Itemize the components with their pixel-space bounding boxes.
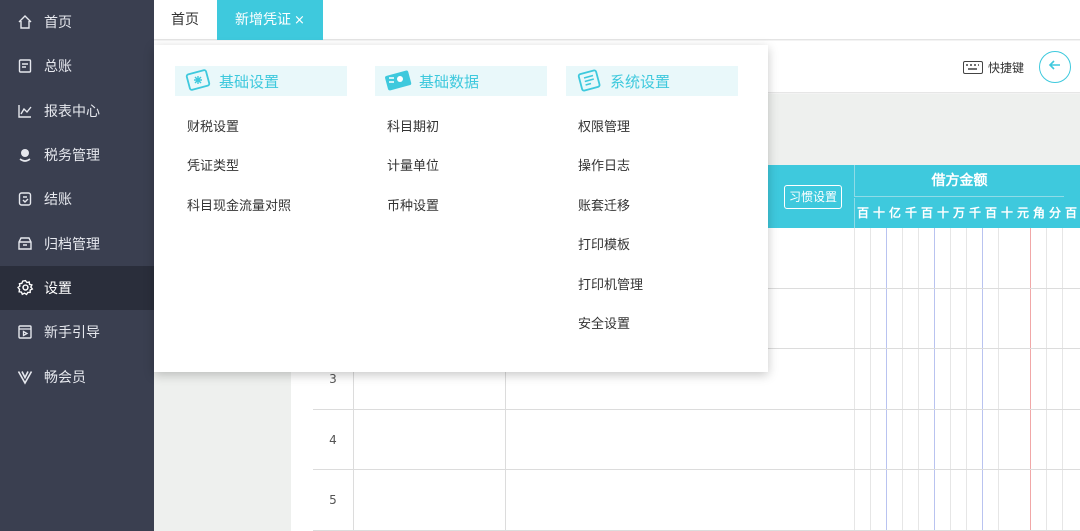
sidebar-item-archive[interactable]: 归档管理	[0, 221, 154, 265]
gear-icon	[16, 279, 34, 297]
summary-cell[interactable]	[505, 470, 506, 530]
digit-label: 万	[952, 206, 965, 220]
sidebar-item-label: 税务管理	[44, 148, 100, 165]
digit-label: 十	[936, 206, 949, 220]
digit-label: 十	[872, 206, 885, 220]
menu-item-voucher-type[interactable]: 凭证类型	[187, 155, 347, 194]
sidebar-item-label: 结账	[44, 192, 72, 209]
shortcut-button[interactable]: 快捷键	[962, 59, 1024, 76]
menu-column-title: 基础数据	[419, 72, 480, 91]
menu-item-tax-settings[interactable]: 财税设置	[187, 116, 347, 155]
menu-column-basic-settings: 基础设置 财税设置 凭证类型 科目现金流量对照	[175, 66, 347, 234]
system-settings-icon	[574, 69, 604, 93]
home-icon	[16, 13, 34, 31]
menu-item-security-settings[interactable]: 安全设置	[578, 313, 738, 352]
basic-data-icon	[383, 69, 413, 93]
menu-item-cashflow-mapping[interactable]: 科目现金流量对照	[187, 195, 347, 234]
menu-column-header: 系统设置	[566, 66, 738, 96]
vip-icon	[16, 368, 34, 386]
summary-cell[interactable]	[505, 409, 506, 469]
digit-label: 千	[968, 206, 981, 220]
basic-settings-icon	[183, 69, 213, 93]
menu-column-title: 系统设置	[610, 72, 671, 91]
sidebar-item-label: 首页	[44, 15, 72, 32]
keyboard-icon	[962, 61, 983, 74]
menu-item-printer-management[interactable]: 打印机管理	[578, 274, 738, 313]
guide-icon	[16, 323, 34, 341]
tax-icon	[16, 146, 34, 164]
checkout-icon	[16, 190, 34, 208]
habit-settings-button[interactable]: 习惯设置	[784, 185, 842, 209]
sidebar-item-label: 总账	[44, 59, 72, 76]
menu-column-title: 基础设置	[219, 72, 280, 91]
sidebar-item-ledger[interactable]: 总账	[0, 44, 154, 88]
menu-column-header: 基础设置	[175, 66, 347, 96]
shortcut-label: 快捷键	[987, 61, 1024, 75]
sidebar: 首页 总账 报表中心 税务管理 结账 归档管理 设置 新手引导 畅会员	[0, 0, 154, 531]
chart-icon	[16, 102, 34, 120]
sidebar-item-label: 归档管理	[44, 236, 100, 253]
tab-home[interactable]: 首页	[154, 0, 216, 40]
digit-label: 元	[1016, 206, 1029, 220]
menu-item-units[interactable]: 计量单位	[387, 155, 547, 194]
digit-label: 角	[1032, 206, 1045, 220]
menu-column-basic-data: 基础数据 科目期初 计量单位 币种设置	[375, 66, 547, 234]
digit-label: 百	[1064, 206, 1077, 220]
sidebar-item-label: 畅会员	[44, 369, 86, 386]
tab-bar: 首页 新增凭证 ×	[154, 0, 1080, 40]
row-number: 4	[313, 409, 354, 469]
digit-label: 分	[1048, 206, 1061, 220]
menu-item-operation-log[interactable]: 操作日志	[578, 155, 738, 194]
menu-item-currency[interactable]: 币种设置	[387, 195, 547, 234]
menu-item-permissions[interactable]: 权限管理	[578, 116, 738, 155]
digit-label: 百	[984, 206, 997, 220]
arrow-left-icon	[1047, 57, 1063, 77]
menu-item-opening-balances[interactable]: 科目期初	[387, 116, 547, 155]
digit-header-row: 百 十 亿 千 百 十 万 千 百 十 元 角 分 百	[854, 198, 1080, 228]
menu-item-account-migration[interactable]: 账套迁移	[578, 195, 738, 234]
sidebar-item-settings[interactable]: 设置	[0, 265, 154, 311]
tab-label: 新增凭证	[235, 12, 292, 28]
row-number: 5	[313, 470, 354, 530]
back-button[interactable]	[1039, 51, 1071, 83]
sidebar-item-guide[interactable]: 新手引导	[0, 310, 154, 354]
debit-amount-header: 借方金额	[854, 165, 1064, 197]
sidebar-item-label: 报表中心	[44, 103, 100, 120]
sidebar-item-label: 新手引导	[44, 325, 100, 342]
menu-column-header: 基础数据	[375, 66, 547, 96]
digit-label: 百	[920, 206, 933, 220]
menu-column-system-settings: 系统设置 权限管理 操作日志 账套迁移 打印模板 打印机管理 安全设置	[566, 66, 738, 352]
table-row: 4	[313, 409, 1080, 470]
sidebar-item-checkout[interactable]: 结账	[0, 177, 154, 221]
archive-icon	[16, 235, 34, 253]
sidebar-item-vip[interactable]: 畅会员	[0, 354, 154, 398]
menu-item-print-template[interactable]: 打印模板	[578, 234, 738, 273]
sidebar-item-reports[interactable]: 报表中心	[0, 89, 154, 133]
sidebar-item-tax[interactable]: 税务管理	[0, 133, 154, 177]
digit-label: 亿	[888, 206, 901, 220]
table-row: 5	[313, 470, 1080, 531]
settings-dropdown-menu: 基础设置 财税设置 凭证类型 科目现金流量对照 基础数据 科目期初 计量单位 币…	[154, 45, 768, 372]
digit-label: 千	[904, 206, 917, 220]
sidebar-item-home[interactable]: 首页	[0, 0, 154, 44]
tab-new-voucher[interactable]: 新增凭证 ×	[217, 0, 323, 40]
close-icon[interactable]: ×	[294, 13, 305, 28]
ledger-icon	[16, 57, 34, 75]
digit-label: 十	[1000, 206, 1013, 220]
digit-label: 百	[856, 206, 869, 220]
sidebar-item-label: 设置	[44, 280, 72, 297]
